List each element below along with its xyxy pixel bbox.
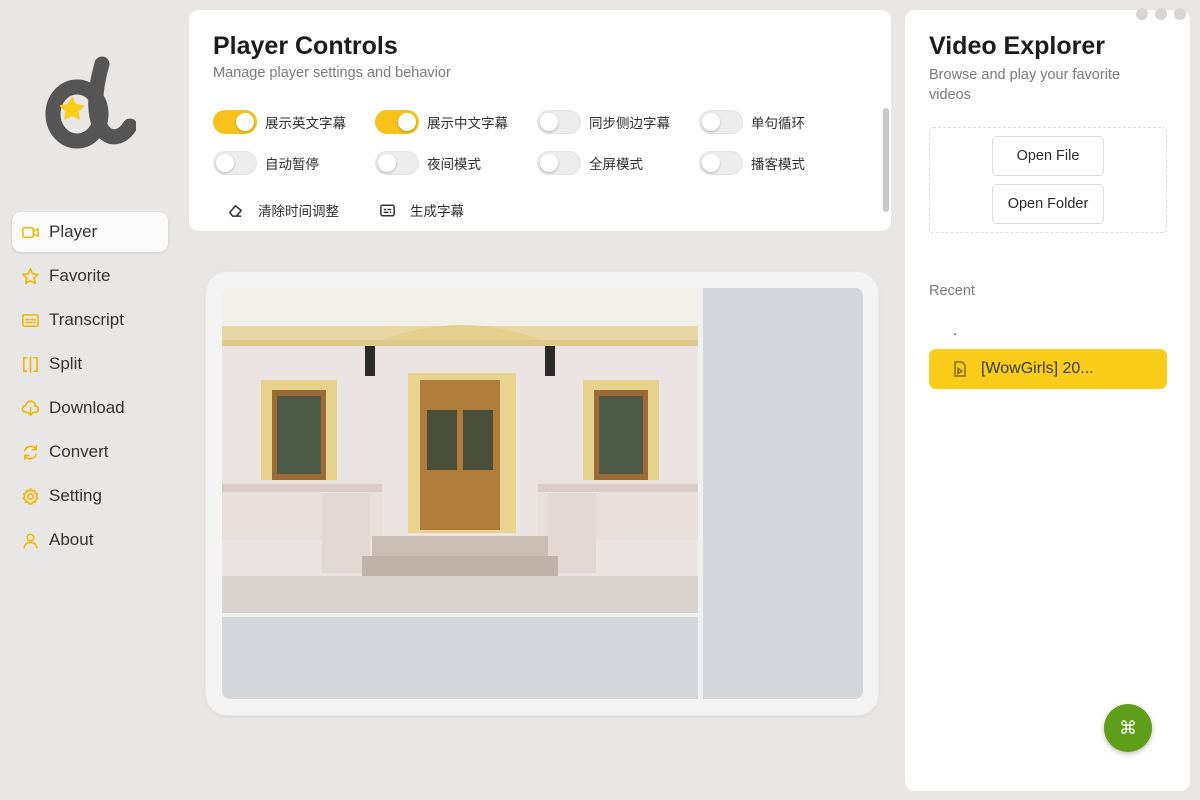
player-controls-card: Player Controls Manage player settings a… xyxy=(189,10,891,231)
explorer-title: Video Explorer xyxy=(929,32,1105,60)
toggle-switch[interactable] xyxy=(699,110,743,134)
toggle-label: 夜间模式 xyxy=(427,157,481,172)
window-controls xyxy=(1136,8,1186,20)
user-icon xyxy=(20,530,40,550)
file-drop-zone[interactable]: Open File Open Folder xyxy=(929,127,1167,233)
sidebar-item-label: Player xyxy=(49,222,98,241)
video-frame-image xyxy=(222,288,698,613)
toggle-label: 展示英文字幕 xyxy=(265,116,346,131)
window-dot[interactable] xyxy=(1174,8,1186,20)
sidebar-item-label: Split xyxy=(49,354,83,373)
split-icon xyxy=(20,354,40,374)
generate-subtitles-button[interactable]: 生成字幕 xyxy=(379,200,464,220)
sidebar-item-setting[interactable]: Setting xyxy=(12,476,168,516)
toggle-switch[interactable] xyxy=(699,151,743,175)
toggle-night-mode: 夜间模式 xyxy=(375,151,537,175)
sidebar-item-label: About xyxy=(49,530,94,549)
toggle-fullscreen-mode: 全屏模式 xyxy=(537,151,699,175)
page-subtitle: Manage player settings and behavior xyxy=(213,65,451,81)
window-dot[interactable] xyxy=(1155,8,1167,20)
sidebar-item-label: Favorite xyxy=(49,266,111,285)
caption-icon xyxy=(20,310,40,330)
sidebar-item-split[interactable]: Split xyxy=(12,344,168,384)
toggle-switch[interactable] xyxy=(537,151,581,175)
page-title: Player Controls xyxy=(213,32,398,60)
video-player[interactable] xyxy=(222,288,863,699)
star-icon xyxy=(20,266,40,286)
toggle-show-chinese-subtitles: 展示中文字幕 xyxy=(375,110,537,134)
open-file-button[interactable]: Open File xyxy=(992,136,1104,176)
video-explorer-panel: Video Explorer Browse and play your favo… xyxy=(905,10,1190,791)
convert-icon xyxy=(20,442,40,462)
toggle-show-english-subtitles: 展示英文字幕 xyxy=(213,110,375,134)
toggle-sentence-loop: 单句循环 xyxy=(699,110,861,134)
sidebar-item-convert[interactable]: Convert xyxy=(12,432,168,472)
gear-icon xyxy=(20,486,40,506)
sidebar-item-label: Download xyxy=(49,398,125,417)
sidebar-item-download[interactable]: Download xyxy=(12,388,168,428)
toggle-grid: 展示英文字幕 展示中文字幕 同步侧边字幕 单句循环 自动暂停 夜间模式 全屏模式 xyxy=(213,110,863,175)
action-label: 清除时间调整 xyxy=(258,204,339,219)
eraser-icon xyxy=(229,204,242,217)
sidebar: Player Favorite Transcript Split Downloa… xyxy=(0,0,180,800)
toggle-switch[interactable] xyxy=(375,151,419,175)
action-row: 清除时间调整 生成字幕 xyxy=(227,200,464,220)
sidebar-item-label: Setting xyxy=(49,486,102,505)
sidebar-item-player[interactable]: Player xyxy=(12,212,168,252)
toggle-label: 自动暂停 xyxy=(265,157,319,172)
toggle-label: 全屏模式 xyxy=(589,157,643,172)
split-divider-horizontal[interactable] xyxy=(222,613,698,617)
toggle-podcast-mode: 播客模式 xyxy=(699,151,861,175)
open-folder-button[interactable]: Open Folder xyxy=(992,184,1104,224)
cloud-download-icon xyxy=(20,398,40,418)
sidebar-nav: Player Favorite Transcript Split Downloa… xyxy=(12,212,168,564)
explorer-subtitle: Browse and play your favorite videos xyxy=(929,67,1121,103)
toggle-sync-side-subtitles: 同步侧边字幕 xyxy=(537,110,699,134)
toggle-switch[interactable] xyxy=(375,110,419,134)
video-camera-icon xyxy=(20,222,40,242)
split-divider-vertical[interactable] xyxy=(698,288,703,699)
clear-time-adjustment-button[interactable]: 清除时间调整 xyxy=(227,200,339,220)
video-file-icon xyxy=(954,361,966,377)
recent-parent-dir[interactable]: . xyxy=(953,322,957,338)
toggle-label: 同步侧边字幕 xyxy=(589,116,670,131)
toggle-switch[interactable] xyxy=(213,110,257,134)
toggle-switch[interactable] xyxy=(537,110,581,134)
window-dot[interactable] xyxy=(1136,8,1148,20)
recent-label: Recent xyxy=(929,283,975,299)
scrollbar[interactable] xyxy=(883,108,889,212)
sidebar-item-label: Convert xyxy=(49,442,109,461)
toggle-label: 展示中文字幕 xyxy=(427,116,508,131)
toggle-auto-pause: 自动暂停 xyxy=(213,151,375,175)
toggle-label: 单句循环 xyxy=(751,116,805,131)
toggle-label: 播客模式 xyxy=(751,157,805,172)
sidebar-item-label: Transcript xyxy=(49,310,124,329)
command-fab-button[interactable]: ⌘ xyxy=(1104,704,1152,752)
toggle-switch[interactable] xyxy=(213,151,257,175)
sidebar-item-favorite[interactable]: Favorite xyxy=(12,256,168,296)
recent-file-item[interactable]: [WowGirls] 20... xyxy=(929,349,1167,389)
sidebar-item-transcript[interactable]: Transcript xyxy=(12,300,168,340)
action-label: 生成字幕 xyxy=(410,204,464,219)
subtitle-icon xyxy=(380,204,395,216)
app-logo xyxy=(45,56,136,149)
sidebar-item-about[interactable]: About xyxy=(12,520,168,560)
recent-file-name: [WowGirls] 20... xyxy=(981,360,1094,377)
